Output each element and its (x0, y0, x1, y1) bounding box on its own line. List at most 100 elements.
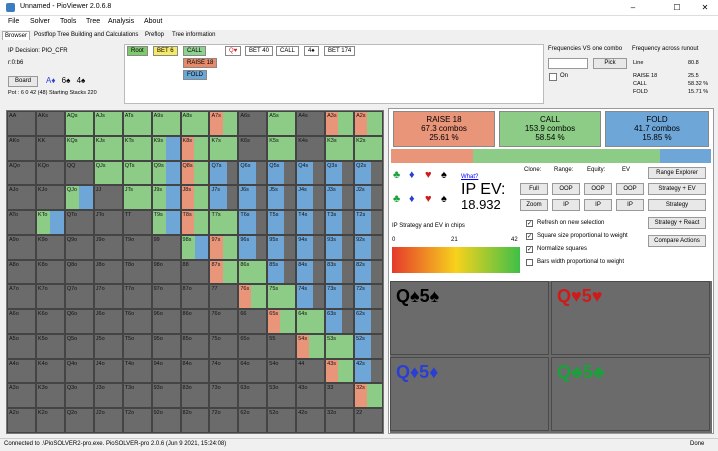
range-ip-button[interactable]: IP (552, 199, 580, 211)
hand-cell[interactable]: Q5o (64, 333, 94, 359)
hand-cell[interactable]: 55 (267, 333, 297, 359)
hand-cell[interactable]: J2s (354, 185, 383, 211)
hand-cell[interactable]: Q6o (64, 309, 94, 334)
hand-cell[interactable]: 85s (267, 259, 297, 285)
hand-cell[interactable]: 74s (296, 284, 326, 310)
hand-cell[interactable]: 52o (267, 408, 297, 433)
equity-oop-button[interactable]: OOP (584, 183, 612, 195)
hand-cell[interactable]: 98o (151, 259, 181, 285)
hand-cell[interactable]: A3s (325, 111, 355, 136)
on-checkbox[interactable] (549, 73, 557, 81)
hand-cell[interactable]: Q6s (238, 160, 268, 186)
what-link[interactable]: What? (461, 174, 478, 180)
hand-cell[interactable]: K8o (35, 259, 65, 285)
hand-cell[interactable]: 63o (238, 383, 268, 409)
tab-preflop[interactable]: Preflop (143, 31, 166, 39)
hand-cell[interactable]: Q7o (64, 284, 94, 310)
hand-cell[interactable]: AA (7, 111, 36, 136)
hand-cell[interactable]: JTo (93, 210, 123, 235)
hand-cell[interactable]: QJo (64, 185, 94, 211)
hand-cell[interactable]: 92s (354, 234, 383, 260)
hand-cell[interactable]: Q9o (64, 234, 94, 260)
hand-cell[interactable]: J3s (325, 185, 355, 211)
hand-cell[interactable]: KQs (64, 135, 94, 161)
hand-cell[interactable]: 93s (325, 234, 355, 260)
zoom-button[interactable]: Zoom (520, 199, 548, 211)
hand-cell[interactable]: QTo (64, 210, 94, 235)
tree-node-card[interactable]: Q♥ (225, 46, 242, 56)
hand-cell[interactable]: QJs (93, 160, 123, 186)
hand-cell[interactable]: J6o (93, 309, 123, 334)
hand-cell[interactable]: 43s (325, 358, 355, 384)
hand-cell[interactable]: 33 (325, 383, 355, 409)
hand-cell[interactable]: T6s (238, 210, 268, 235)
hand-cell[interactable]: 66 (238, 309, 268, 334)
hand-cell[interactable]: 43o (296, 383, 326, 409)
hand-cell[interactable]: 92o (151, 408, 181, 433)
hand-cell[interactable]: QQ (64, 160, 94, 186)
hand-cell[interactable]: 76o (209, 309, 239, 334)
hand-cell[interactable]: 75o (209, 333, 239, 359)
checkbox-box[interactable]: ✓ (526, 246, 533, 253)
menu-analysis[interactable]: Analysis (108, 18, 134, 25)
hand-cell[interactable]: A5o (7, 333, 36, 359)
hand-cell[interactable]: 95s (267, 234, 297, 260)
hand-cell[interactable]: K3o (35, 383, 65, 409)
square-size-checkbox[interactable]: ✓ Square size proportional to weight (526, 233, 686, 242)
hand-cell[interactable]: J5s (267, 185, 297, 211)
hand-cell[interactable]: 53o (267, 383, 297, 409)
hand-cell[interactable]: J8s (180, 185, 210, 211)
hand-cell[interactable]: 72o (209, 408, 239, 433)
spade-icon[interactable]: ♠ (441, 193, 447, 205)
hand-cell[interactable]: K9s (151, 135, 181, 161)
equity-ip-button[interactable]: IP (584, 199, 612, 211)
tree-node-call[interactable]: CALL (276, 46, 300, 56)
hand-cell[interactable]: 93o (151, 383, 181, 409)
heart-icon[interactable]: ♥ (425, 193, 432, 205)
hand-cell[interactable]: 94s (296, 234, 326, 260)
hand-cell[interactable]: 32o (325, 408, 355, 433)
hand-cell[interactable]: J7o (93, 284, 123, 310)
hand-cell[interactable]: 96o (151, 309, 181, 334)
hand-cell[interactable]: A2s (354, 111, 383, 136)
hand-cell[interactable]: T7s (209, 210, 239, 235)
hand-cell[interactable]: T8o (122, 259, 152, 285)
hand-cell[interactable]: K4s (296, 135, 326, 161)
hand-cell[interactable]: K7o (35, 284, 65, 310)
menu-about[interactable]: About (144, 18, 162, 25)
hand-cell[interactable]: KK (35, 135, 65, 161)
hand-cell[interactable]: K6s (238, 135, 268, 161)
tree-node-raise[interactable]: RAISE 18 (183, 58, 218, 68)
board-button[interactable]: Board (8, 76, 38, 87)
hand-cell[interactable]: 84o (180, 358, 210, 384)
ev-oop-button[interactable]: OOP (616, 183, 644, 195)
strategy-button[interactable]: Strategy (648, 199, 706, 211)
hand-cell[interactable]: 94o (151, 358, 181, 384)
tab-tree-information[interactable]: Tree information (170, 31, 217, 39)
club-icon[interactable]: ♣ (393, 193, 400, 205)
hand-cell[interactable]: 82o (180, 408, 210, 433)
hand-cell[interactable]: A6s (238, 111, 268, 136)
hand-cell[interactable]: 99 (151, 234, 181, 260)
hand-cell[interactable]: 42s (354, 358, 383, 384)
hand-cell[interactable]: 54s (296, 333, 326, 359)
hand-cell[interactable]: TT (122, 210, 152, 235)
hand-cell[interactable]: 74o (209, 358, 239, 384)
combo-cell[interactable]: Q♦5♦ (390, 357, 549, 431)
tree-node-card[interactable]: 4♠ (304, 46, 319, 56)
hand-cell[interactable]: 97s (209, 234, 239, 260)
checkbox-box[interactable] (526, 259, 533, 266)
hand-cell[interactable]: T3o (122, 383, 152, 409)
hand-cell[interactable]: 73o (209, 383, 239, 409)
menu-solver[interactable]: Solver (30, 18, 50, 25)
hand-cell[interactable]: K2s (354, 135, 383, 161)
hand-cell[interactable]: QTs (122, 160, 152, 186)
strategy-ev-button[interactable]: Strategy + EV (648, 183, 706, 195)
hand-cell[interactable]: 83o (180, 383, 210, 409)
hand-cell[interactable]: 62s (354, 309, 383, 334)
hand-cell[interactable]: K5s (267, 135, 297, 161)
tree-node-call[interactable]: CALL (183, 46, 207, 56)
hand-cell[interactable]: K4o (35, 358, 65, 384)
hand-cell[interactable]: Q7s (209, 160, 239, 186)
hand-cell[interactable]: A9o (7, 234, 36, 260)
